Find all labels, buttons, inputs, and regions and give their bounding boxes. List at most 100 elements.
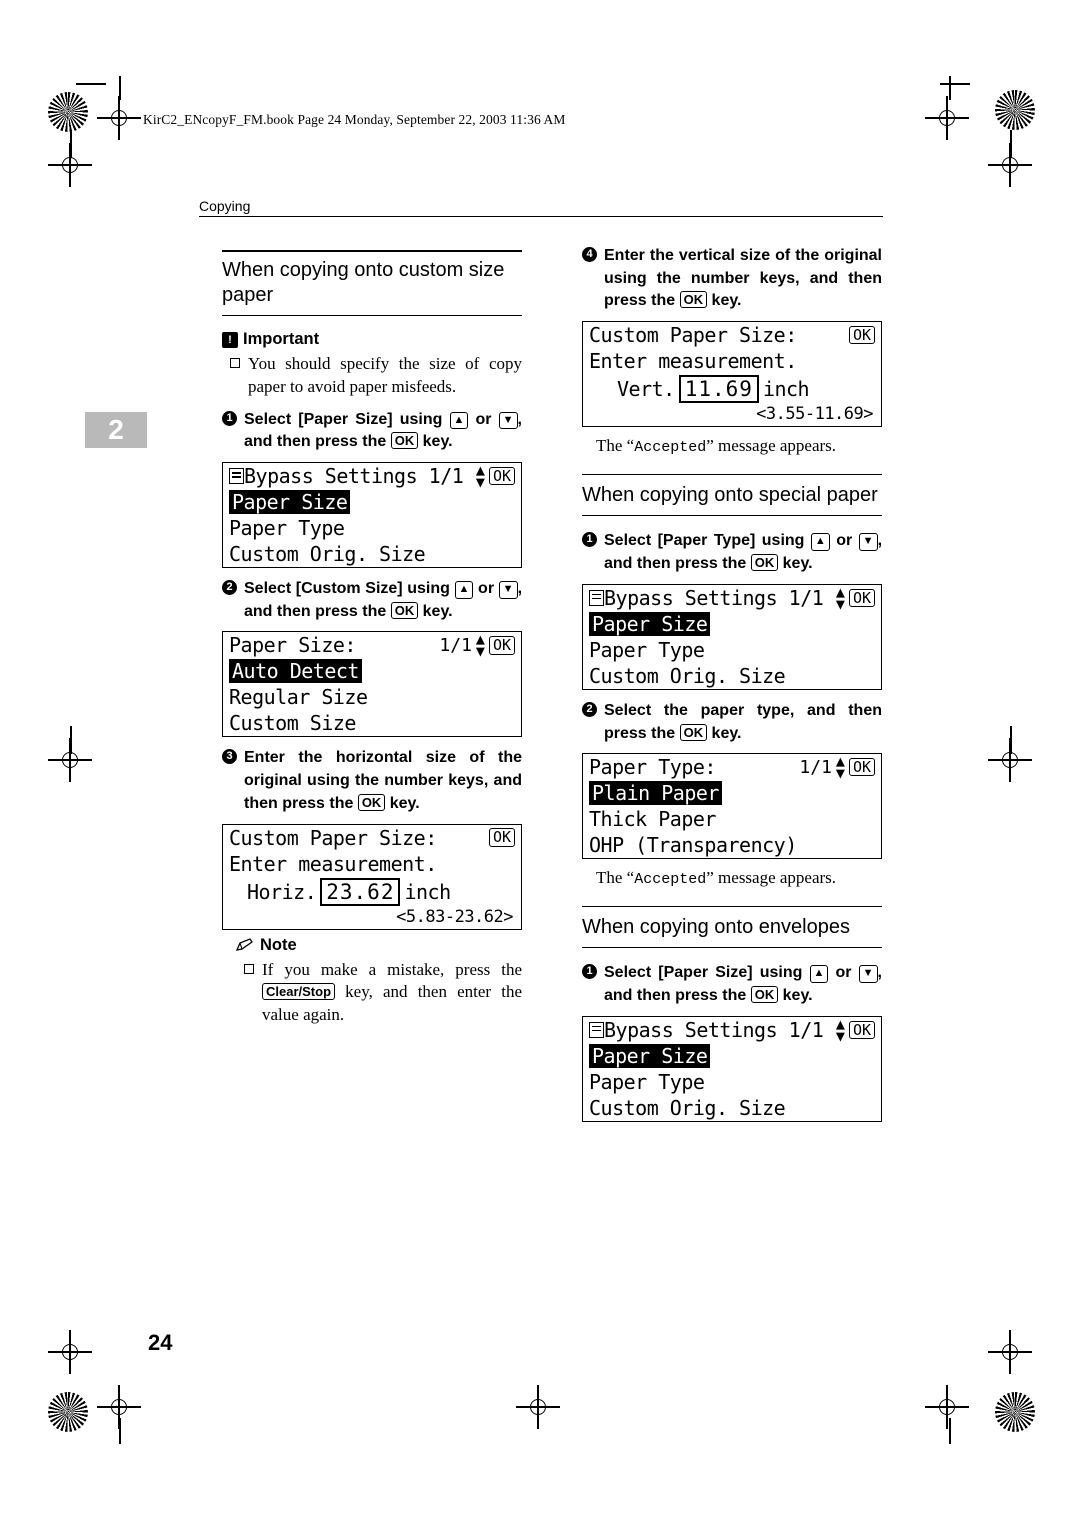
running-head: Copying [199,198,251,214]
scroll-updown-icon: ▲ ▼ [835,752,845,783]
lcd-custom-paper-size-vert: Custom Paper Size: OK Enter measurement.… [582,321,882,428]
lcd-item-0-label: Plain Paper [589,781,722,806]
trim-line-left-v [70,130,72,158]
lcd-prompt: Enter measurement. [229,851,437,876]
lcd-title-right: 1/1 ▲ ▼ OK [439,632,515,659]
step-2-text: Select [Custom Size] using ▲ or ▼, and t… [244,580,523,620]
section-rule-top [222,250,522,252]
page-number: 24 [148,1330,173,1355]
lcd-title-row: Paper Type: 1/1 ▲ ▼ OK [583,752,881,783]
step-4: 4 Enter the vertical size of the origina… [582,245,882,313]
lcd-item-2: Custom Orig. Size [589,1095,786,1120]
square-bullet-icon [244,963,254,974]
lcd-item-0-label: Auto Detect [229,659,362,684]
ok-badge: OK [848,757,875,777]
lcd-bypass-settings-2: Bypass Settings 1/1 ▲ ▼ OK Paper Size Pap… [582,582,882,690]
trim-line-bottom-left-v [119,1418,121,1444]
registration-cross-bottom-center [516,1385,560,1429]
section-rule-bottom [222,314,522,317]
square-bullet-icon [230,358,240,369]
lcd-item-1: Thick Paper [589,807,716,832]
lcd-title-right: OK [848,325,875,345]
registration-cross-right-lower [988,1330,1032,1374]
lcd-range: <3.55-11.69> [756,404,873,425]
section-title-special-paper: When copying onto special paper [582,484,878,507]
lcd-measure-row: Horiz. 23.62 inch [223,877,521,907]
lcd-title: Custom Paper Size: [229,825,437,850]
section-rule-special-bottom [582,514,882,517]
important-icon: ! [222,331,238,348]
step-number-4: 4 [582,247,597,262]
page-canvas: KirC2_ENcopyF_FM.book Page 24 Monday, Se… [0,0,1080,1526]
important-label: Important [243,330,320,349]
lcd-item-2: Custom Orig. Size [589,663,786,688]
measure-value: 11.69 [678,375,759,404]
note-text: If you make a mistake, press the Clear/S… [262,959,522,1024]
lcd-item-1: Paper Type [589,637,705,662]
lcd-title: Paper Type: [589,755,716,780]
step-3-text: Enter the horizontal size of the origina… [244,749,522,812]
section-title-envelopes: When copying onto envelopes [582,916,850,939]
lcd-item-selected: Paper Size [583,611,881,637]
section-title-custom-size: When copying onto custom size paper [222,258,505,307]
lcd-item-2: Custom Size [229,711,356,736]
scroll-updown-icon: ▲ ▼ [475,461,485,492]
lcd-page-indicator: 1/1 [799,756,832,778]
trim-line-top-right-v [949,76,951,100]
note-label: Note [260,935,297,954]
important-heading: ! Important [222,330,522,349]
list-icon [589,589,604,606]
book-file-header: KirC2_ENcopyF_FM.book Page 24 Monday, Se… [143,112,566,127]
trim-line-left-mid-v [70,726,72,754]
lcd-item-1: Paper Type [589,1069,705,1094]
step-3: 3 Enter the horizontal size of the origi… [222,747,522,815]
pencil-icon [236,938,254,952]
trim-line-top-right-h [940,83,970,85]
lcd-title: Custom Paper Size: [589,323,797,348]
right-column: 4 Enter the vertical size of the origina… [582,245,882,1128]
measure-unit: inch [404,879,451,904]
lcd-item-0-label: Paper Size [229,490,351,515]
lcd-item-1: Paper Type [229,516,345,541]
section-rule-envelopes-top [582,905,882,908]
lcd-title-right: ▲ ▼ OK [835,582,875,613]
lcd-title: Bypass Settings 1/1 [604,585,824,610]
lcd-item-2: Custom Orig. Size [229,542,426,567]
ok-badge: OK [848,325,875,345]
scroll-updown-icon: ▲ ▼ [835,1014,845,1045]
fan-mark-top-left [48,92,88,132]
step-number-2: 2 [222,580,237,596]
lcd-paper-type: Paper Type: 1/1 ▲ ▼ OK Plain Paper Thick … [582,752,882,860]
registration-cross-left-lower [48,1330,92,1374]
list-icon [229,468,244,485]
step-1-text: Select [Paper Size] using ▲ or ▼, and th… [244,410,522,451]
lcd-title-right: OK [488,828,515,847]
lcd-item-1: Regular Size [229,685,368,710]
trim-line-top-left-h [76,83,106,85]
measure-unit: inch [762,377,810,402]
ok-badge: OK [488,466,515,486]
step-number-1: 1 [582,964,597,980]
lcd-title: Paper Size: [229,633,356,658]
trim-line-bottom-right-v [949,1418,951,1444]
lcd-title-right: ▲ ▼ OK [475,461,515,492]
ok-badge: OK [488,636,515,655]
measure-value: 23.62 [320,877,401,906]
lcd-title-row: Bypass Settings 1/1 ▲ ▼ OK [583,1014,881,1045]
lcd-page-indicator: 1/1 [439,634,472,656]
list-icon [589,1021,604,1038]
lcd-title-row: Custom Paper Size: OK [583,322,881,348]
lcd-paper-size: Paper Size: 1/1 ▲ ▼ OK Auto Detect Regula… [222,631,522,738]
step-number-1: 1 [582,532,597,548]
lcd-item-2: OHP (Transparency) [589,833,797,858]
lcd-title-right: 1/1 ▲ ▼ OK [799,752,875,783]
left-column: When copying onto custom size paper ! Im… [222,250,522,1030]
section-rule-envelopes-bottom [582,946,882,949]
note-heading: Note [236,936,522,955]
special-step-1-text: Select [Paper Type] using ▲ or ▼, and th… [604,532,883,573]
lcd-bypass-settings-1: Bypass Settings 1/1 ▲ ▼ OK Paper Size Pap… [222,461,522,569]
lcd-item-0-label: Paper Size [589,611,711,636]
accepted-word: Accepted [634,871,707,889]
scroll-updown-icon: ▲ ▼ [835,582,845,613]
important-text: You should specify the size of copy pape… [248,354,522,396]
